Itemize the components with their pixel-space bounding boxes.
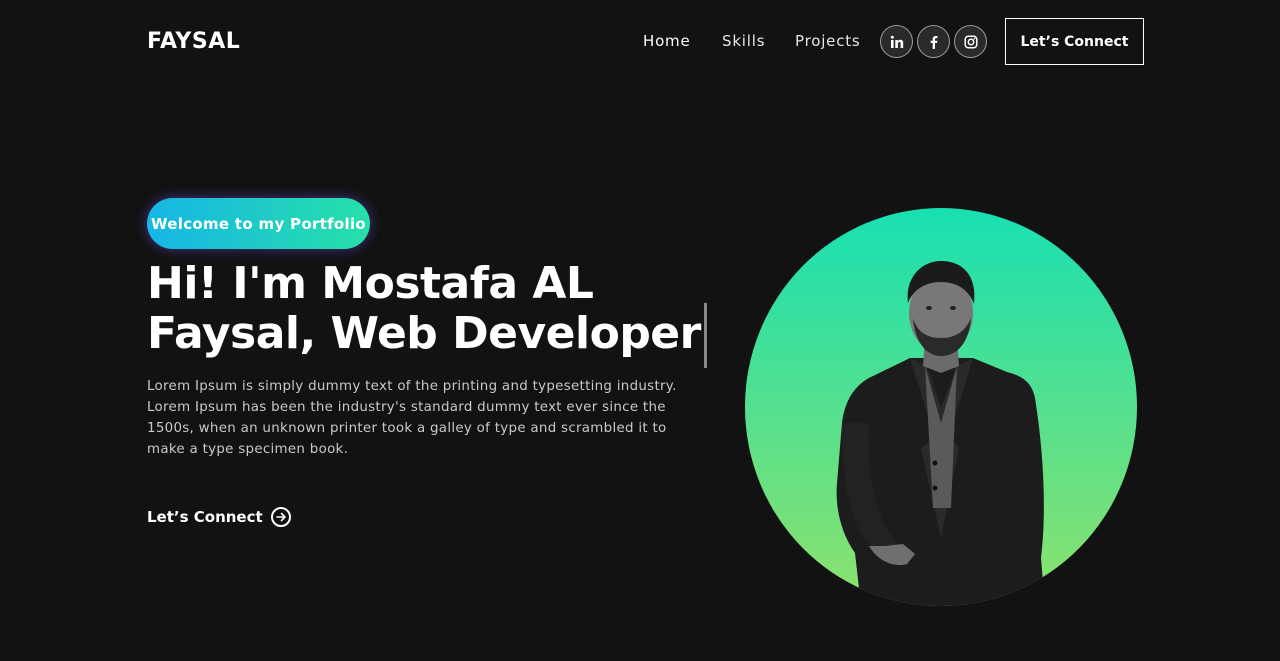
headline-line-1: Hi! I'm Mostafa AL [147, 258, 594, 309]
nav-link-projects[interactable]: Projects [795, 31, 861, 51]
hero-headline: Hi! I'm Mostafa AL Faysal, Web Developer [147, 259, 727, 359]
typing-cursor [704, 303, 707, 368]
facebook-button[interactable] [917, 25, 950, 58]
nav-link-home[interactable]: Home [643, 31, 691, 51]
facebook-icon [930, 35, 937, 49]
page: FAYSAL Home Skills Projects Let’s Connec… [0, 0, 1280, 661]
portrait-image [836, 260, 1045, 606]
arrow-right-circle-icon [270, 507, 291, 527]
nav-link-skills[interactable]: Skills [722, 31, 765, 51]
navbar: FAYSAL Home Skills Projects Let’s Connec… [0, 0, 1280, 84]
hero-connect-link[interactable]: Let’s Connect [147, 506, 291, 528]
instagram-button[interactable] [954, 25, 987, 58]
hero-connect-label: Let’s Connect [147, 508, 263, 526]
hero-intro-text: Lorem Ipsum is simply dummy text of the … [147, 379, 677, 457]
lets-connect-button[interactable]: Let’s Connect [1005, 18, 1144, 65]
instagram-icon [963, 34, 978, 49]
linkedin-button[interactable] [880, 25, 913, 58]
linkedin-icon [890, 35, 903, 48]
tagline-badge: Welcome to my Portfolio [147, 198, 370, 249]
hero-image-circle [745, 208, 1137, 606]
logo[interactable]: FAYSAL [147, 29, 240, 55]
headline-line-2: Faysal, Web Developer [147, 308, 701, 359]
